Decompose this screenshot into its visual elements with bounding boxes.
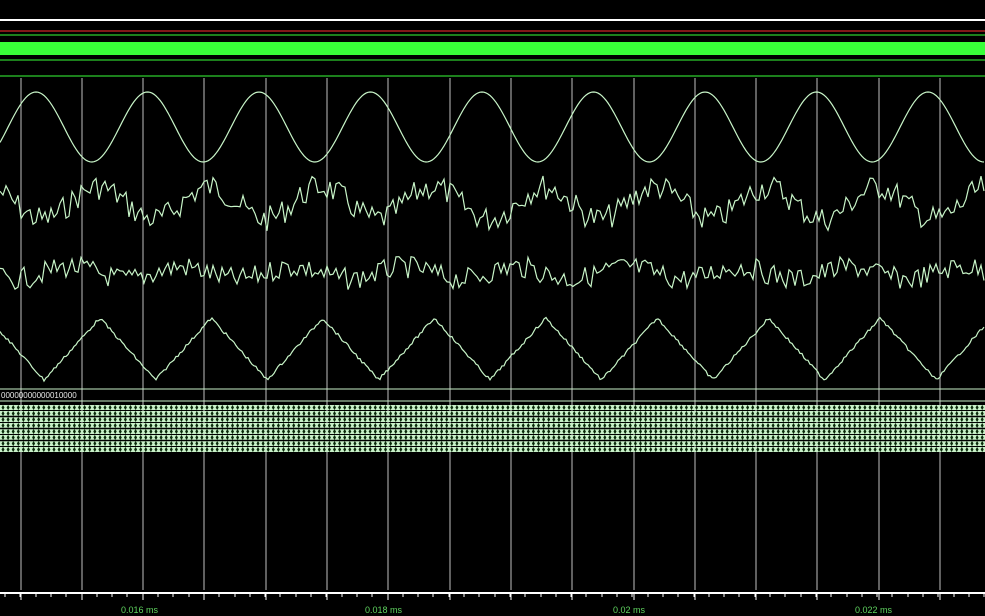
bus-row[interactable] bbox=[0, 411, 985, 416]
bus-row[interactable] bbox=[0, 429, 985, 434]
bus-row[interactable] bbox=[0, 417, 985, 422]
bus-value-label: 00000000000010000 bbox=[1, 391, 77, 400]
bus-rows[interactable] bbox=[0, 405, 985, 452]
signal-green-bus-active[interactable] bbox=[0, 42, 985, 55]
waveform-viewer[interactable]: 00000000000010000 0.016 ms 0.018 ms 0.02… bbox=[0, 0, 985, 616]
bus-row[interactable] bbox=[0, 447, 985, 452]
bus-row[interactable] bbox=[0, 405, 985, 410]
time-label-0018: 0.018 ms bbox=[365, 605, 403, 615]
bus-row[interactable] bbox=[0, 441, 985, 446]
time-label-0022: 0.022 ms bbox=[855, 605, 893, 615]
time-label-002: 0.02 ms bbox=[613, 605, 646, 615]
time-label-0016: 0.016 ms bbox=[121, 605, 159, 615]
bus-row[interactable] bbox=[0, 423, 985, 428]
bus-row[interactable] bbox=[0, 435, 985, 440]
